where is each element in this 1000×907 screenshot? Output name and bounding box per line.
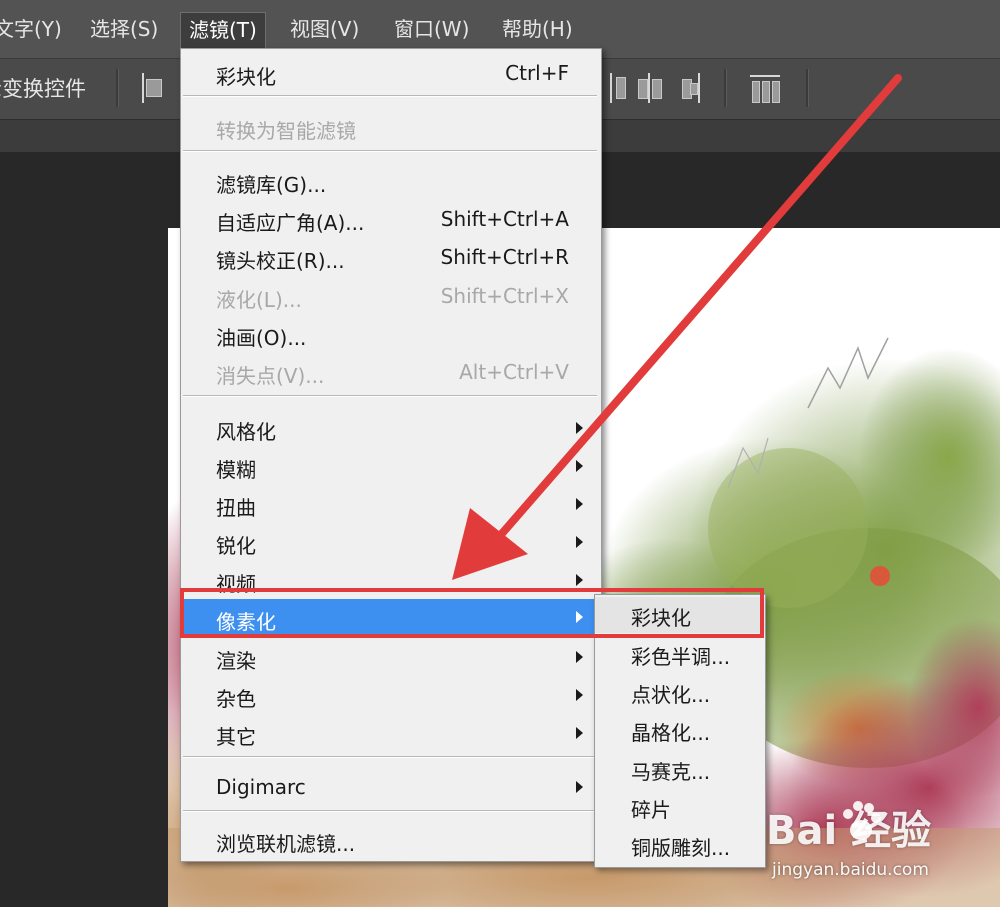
annotation-arrow-icon: [452, 74, 902, 580]
watermark-site: jingyan.baidu.com: [772, 860, 929, 880]
baidu-paw-icon: [843, 801, 881, 840]
baidu-jingyan-watermark: Bai 经验 jingyan.baidu.com: [766, 798, 996, 890]
